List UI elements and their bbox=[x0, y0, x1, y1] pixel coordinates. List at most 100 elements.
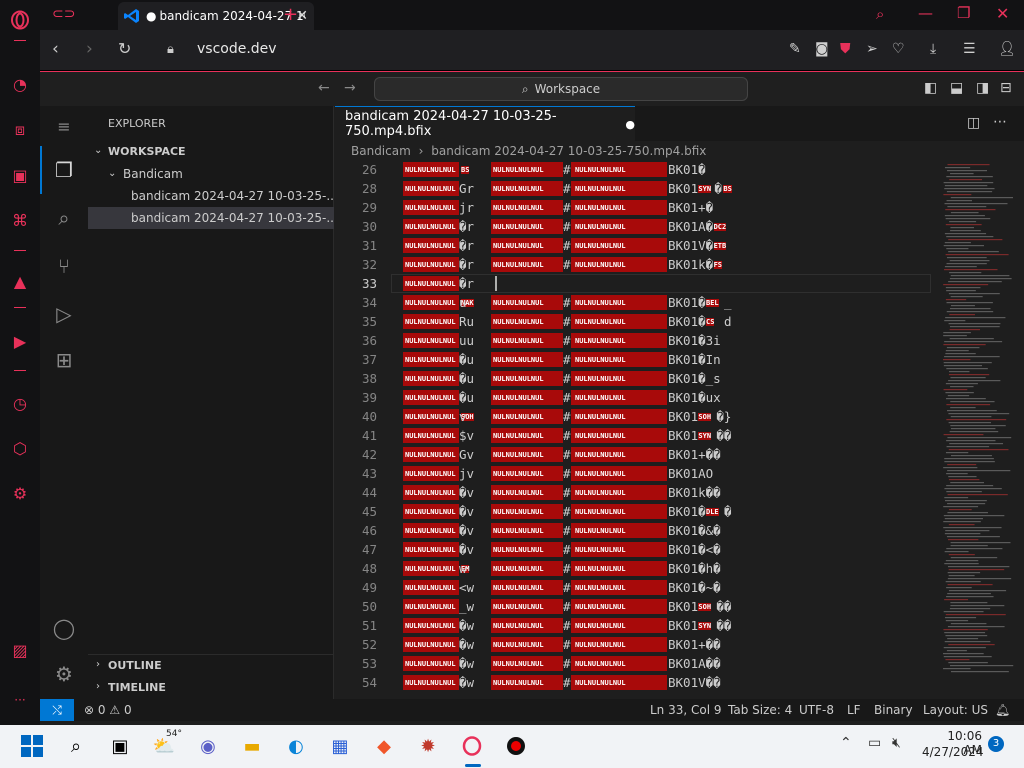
file-explorer-icon[interactable]: ▬ bbox=[238, 732, 266, 760]
store-icon[interactable]: ▦ bbox=[326, 732, 354, 760]
extensions-icon[interactable]: ⊞ bbox=[52, 348, 76, 372]
minimap-line bbox=[950, 386, 974, 388]
clock-date[interactable]: 4/27/2024 bbox=[922, 745, 984, 759]
start-windows-icon[interactable] bbox=[18, 732, 46, 760]
forward-icon[interactable]: › bbox=[86, 39, 93, 59]
folder-bandicam[interactable]: Bandicam bbox=[123, 167, 183, 181]
search-tabs-icon[interactable]: ⌕ bbox=[876, 5, 884, 23]
reload-icon[interactable]: ↻ bbox=[118, 39, 131, 58]
null-label: NULNULNULNUL bbox=[575, 660, 626, 668]
run-debug-icon[interactable]: ▷ bbox=[52, 302, 76, 326]
line-number: 44 bbox=[361, 485, 377, 500]
code-area[interactable]: 26 NULNULNULNUL BS NULNULNULNUL # NULNULNULNU… bbox=[335, 160, 935, 699]
opera-taskbar-icon[interactable] bbox=[458, 732, 486, 760]
editor-tab-active[interactable]: bandicam 2024-04-27 10-03-25-750.mp4.bfi… bbox=[335, 106, 635, 141]
unsaved-dot-icon[interactable]: ● bbox=[625, 118, 635, 131]
breadcrumb-folder[interactable]: Bandicam bbox=[351, 144, 411, 158]
minimap-line bbox=[950, 425, 1006, 427]
teams-chat-icon[interactable]: ◉ bbox=[194, 732, 222, 760]
new-tab-button[interactable]: + bbox=[283, 4, 298, 25]
file-item[interactable]: bandicam 2024-04-27 10-03-25-... bbox=[131, 211, 338, 225]
nav-back-icon[interactable]: ← bbox=[318, 80, 330, 96]
notifications-bell-icon[interactable]: 🔔︎ bbox=[995, 703, 1010, 717]
language-mode[interactable]: Binary bbox=[874, 703, 913, 717]
minimap[interactable] bbox=[939, 160, 1019, 699]
breadcrumb-file[interactable]: bandicam 2024-04-27 10-03-25-750.mp4.bfi… bbox=[431, 144, 706, 158]
encoding[interactable]: UTF-8 bbox=[799, 703, 834, 717]
minimap-line bbox=[950, 545, 988, 547]
more-actions-icon[interactable]: ⋯ bbox=[993, 114, 1007, 130]
restore-icon[interactable]: ❐ bbox=[957, 4, 970, 22]
timeline-section[interactable]: TIMELINE bbox=[108, 681, 166, 694]
menu-icon[interactable]: ≡ bbox=[52, 114, 76, 138]
task-view-icon[interactable]: ▣ bbox=[106, 732, 134, 760]
lock-icon: 🔒︎ bbox=[167, 42, 174, 57]
camera-icon[interactable]: ◙ bbox=[815, 41, 829, 57]
nav-forward-icon[interactable]: → bbox=[344, 80, 356, 96]
speed-dial-icon[interactable]: ◔ bbox=[8, 72, 32, 96]
customize-layout-icon[interactable]: ⊟ bbox=[1000, 80, 1012, 96]
minimap-line bbox=[946, 200, 972, 202]
image-icon[interactable]: ▨ bbox=[8, 638, 32, 662]
adblock-shield-icon[interactable]: ⛊ bbox=[840, 41, 851, 57]
command-center[interactable]: ⌕ Workspace bbox=[374, 77, 748, 101]
chevron-down-icon[interactable]: ⌄ bbox=[108, 168, 116, 179]
download-icon[interactable]: ⤓ bbox=[930, 41, 936, 57]
outline-section[interactable]: OUTLINE bbox=[108, 659, 162, 672]
manage-gear-icon[interactable]: ⚙ bbox=[52, 662, 76, 686]
minimap-line bbox=[945, 209, 996, 211]
edge-icon[interactable]: ◐ bbox=[282, 732, 310, 760]
player-icon[interactable]: ▶ bbox=[8, 329, 32, 353]
twitch-icon[interactable]: ▣ bbox=[8, 163, 32, 187]
send-icon[interactable]: ➢ bbox=[866, 41, 878, 57]
ai-icon[interactable]: ⌘ bbox=[8, 208, 32, 232]
shopping-bag-icon[interactable]: ⧈ bbox=[8, 118, 32, 142]
gamepad-icon[interactable]: ⊂⊃ bbox=[52, 6, 75, 22]
accounts-icon[interactable]: ◯ bbox=[52, 616, 76, 640]
more-icon[interactable]: ··· bbox=[8, 688, 32, 712]
heart-icon[interactable]: ♡ bbox=[892, 41, 905, 57]
volume-muted-icon[interactable]: 🔇︎ bbox=[892, 735, 901, 751]
brave-icon[interactable]: ◆ bbox=[370, 732, 398, 760]
problems-status[interactable]: ⊗ 0 ⚠ 0 bbox=[84, 703, 132, 717]
app-icon[interactable]: ✹ bbox=[414, 732, 442, 760]
remote-indicator[interactable]: ⤭ bbox=[40, 699, 74, 721]
close-window-icon[interactable]: ✕ bbox=[996, 4, 1009, 23]
network-icon[interactable]: ▭ bbox=[868, 735, 881, 751]
file-item[interactable]: bandicam 2024-04-27 10-03-25-... bbox=[131, 189, 338, 203]
chevron-right-icon[interactable]: › bbox=[96, 681, 100, 692]
source-control-icon[interactable]: ⑂ bbox=[52, 254, 76, 278]
aria-icon[interactable]: ▲ bbox=[8, 269, 32, 293]
null-label: NULNULNULNUL bbox=[575, 641, 626, 649]
chevron-right-icon[interactable]: › bbox=[96, 659, 100, 670]
toggle-secondary-sidebar-icon[interactable]: ◨ bbox=[976, 80, 989, 96]
history-icon[interactable]: ◷ bbox=[8, 391, 32, 415]
easy-setup-icon[interactable]: ☰ bbox=[963, 41, 976, 57]
extensions-cube-icon[interactable]: ⬡ bbox=[8, 436, 32, 460]
bandicam-record-icon[interactable] bbox=[502, 732, 530, 760]
edit-icon[interactable]: ✎ bbox=[789, 41, 801, 57]
back-icon[interactable]: ‹ bbox=[52, 39, 59, 59]
line-ending[interactable]: LF bbox=[847, 703, 861, 717]
toggle-panel-icon[interactable]: ⬓ bbox=[950, 80, 963, 96]
url-field[interactable]: vscode.dev bbox=[197, 41, 277, 57]
profile-icon[interactable]: 👤︎ bbox=[998, 41, 1016, 57]
toggle-primary-sidebar-icon[interactable]: ◧ bbox=[924, 80, 937, 96]
code-text: # bbox=[563, 485, 571, 500]
chevron-down-icon[interactable]: ⌄ bbox=[94, 145, 102, 156]
chevron-up-icon[interactable]: ⌃ bbox=[840, 735, 852, 751]
notification-badge[interactable]: 3 bbox=[988, 736, 1004, 752]
minimize-icon[interactable]: — bbox=[918, 4, 933, 22]
minimap-line bbox=[944, 458, 994, 460]
settings-gear-icon[interactable]: ⚙ bbox=[8, 481, 32, 505]
tab-size[interactable]: Tab Size: 4 bbox=[728, 703, 792, 717]
split-editor-icon[interactable]: ◫ bbox=[967, 115, 980, 131]
explorer-icon[interactable]: ❐ bbox=[52, 158, 76, 182]
search-icon[interactable]: ⌕ bbox=[52, 206, 76, 230]
cursor-position[interactable]: Ln 33, Col 9 bbox=[650, 703, 722, 717]
scrollbar[interactable] bbox=[1019, 160, 1024, 699]
workspace-section[interactable]: WORKSPACE bbox=[108, 145, 186, 158]
keyboard-layout[interactable]: Layout: US bbox=[923, 703, 988, 717]
opera-logo-icon[interactable] bbox=[8, 8, 32, 32]
search-icon[interactable]: ⌕ bbox=[62, 732, 90, 760]
